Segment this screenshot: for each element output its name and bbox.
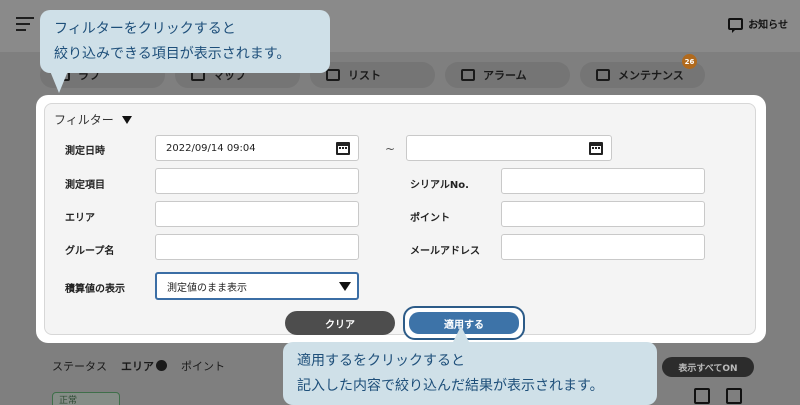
- show-all-on-button[interactable]: 表示すべてON: [662, 357, 754, 377]
- filter-panel-highlight: フィルター 測定日時 2022/09/14 09:04 ~ 測定項目 シリアルN…: [36, 95, 766, 343]
- group-input[interactable]: [155, 234, 359, 260]
- area-tab[interactable]: エリア: [121, 358, 167, 374]
- group-label: グループ名: [65, 246, 115, 257]
- caret-down-icon: [339, 282, 351, 291]
- tab-alarm[interactable]: アラーム: [445, 62, 570, 88]
- area-input[interactable]: [155, 201, 359, 227]
- callout-filter: フィルターをクリックすると 絞り込みできる項目が表示されます。: [40, 10, 330, 93]
- notice-button[interactable]: お知らせ: [728, 16, 788, 33]
- date-from-input[interactable]: 2022/09/14 09:04: [155, 135, 359, 161]
- bottom-icon-group: [694, 388, 742, 404]
- mail-input[interactable]: [501, 234, 705, 260]
- status-filter-row: ステータス エリア ポイント: [52, 358, 239, 374]
- menu-icon[interactable]: [16, 17, 34, 31]
- date-to-input[interactable]: [406, 135, 612, 161]
- callout-apply: 適用するをクリックすると 記入した内容で絞り込んだ結果が表示されます。: [283, 326, 657, 405]
- warning-icon: [461, 69, 475, 81]
- maintenance-badge: 26: [682, 54, 697, 69]
- triangle-down-icon: [121, 115, 132, 124]
- tools-icon: [596, 69, 610, 81]
- calendar-icon[interactable]: [589, 142, 603, 155]
- calendar-icon[interactable]: [336, 142, 350, 155]
- list-icon: [326, 69, 340, 81]
- item-input[interactable]: [155, 168, 359, 194]
- filter-toggle[interactable]: フィルター: [54, 111, 132, 128]
- chevron-up-icon: [156, 360, 167, 371]
- point-tab[interactable]: ポイント: [181, 358, 225, 374]
- item-label: 測定項目: [65, 180, 105, 191]
- clear-button[interactable]: クリア: [285, 311, 395, 335]
- edit-icon[interactable]: [694, 388, 710, 404]
- date-range-separator: ~: [385, 142, 396, 156]
- tab-maintenance[interactable]: メンテナンス 26: [580, 54, 705, 88]
- status-tab[interactable]: ステータス: [52, 358, 107, 374]
- point-input[interactable]: [501, 201, 705, 227]
- mail-label: メールアドレス: [410, 246, 480, 257]
- accum-label: 積算値の表示: [65, 284, 125, 295]
- notice-label: お知らせ: [748, 20, 788, 31]
- chat-bubble-icon: [728, 17, 744, 33]
- serial-label: シリアルNo.: [410, 180, 469, 191]
- accum-select[interactable]: 測定値のまま表示: [155, 272, 359, 300]
- area-label: エリア: [65, 213, 95, 224]
- serial-input[interactable]: [501, 168, 705, 194]
- date-label: 測定日時: [65, 146, 105, 157]
- map-pin-icon[interactable]: [726, 388, 742, 404]
- point-label: ポイント: [410, 213, 450, 224]
- filter-panel: フィルター 測定日時 2022/09/14 09:04 ~ 測定項目 シリアルN…: [44, 103, 756, 340]
- status-normal-chip[interactable]: 正常: [52, 392, 120, 405]
